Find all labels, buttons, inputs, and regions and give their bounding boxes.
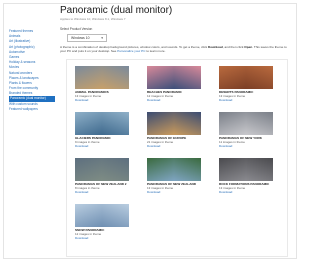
theme-thumbnail[interactable] <box>75 112 129 135</box>
theme-thumbnail[interactable] <box>75 204 129 227</box>
page: Panoramic (dual monitor) Applies to Wind… <box>0 0 300 262</box>
thumbnail-left-panel <box>147 66 174 89</box>
thumbnail-right-panel <box>246 158 273 181</box>
theme-thumbnail[interactable] <box>219 66 273 89</box>
theme-grid: ANIMAL PANORAMICS 13 images in theme Downl… <box>66 59 288 257</box>
download-link[interactable]: Download <box>219 98 232 102</box>
chevron-down-icon: ▾ <box>101 36 103 40</box>
thumbnail-right-panel <box>174 112 201 135</box>
theme-card[interactable]: SNOW PANORAMIC 12 images in theme Download <box>71 201 143 251</box>
theme-card[interactable]: ANIMAL PANORAMICS 13 images in theme Downl… <box>71 63 143 113</box>
thumbnail-left-panel <box>219 66 246 89</box>
thumbnail-right-panel <box>174 66 201 89</box>
version-select-value: Windows 10 <box>71 36 90 40</box>
download-link[interactable]: Download <box>147 144 160 148</box>
thumbnail-left-panel <box>75 66 102 89</box>
theme-card[interactable]: PANORAMAS OF NEW ZEALAND 28 images in th… <box>71 155 143 205</box>
theme-thumbnail[interactable] <box>147 66 201 89</box>
thumbnail-right-panel <box>246 112 273 135</box>
download-link[interactable]: Download <box>75 144 88 148</box>
page-title: Panoramic (dual monitor) <box>60 5 173 16</box>
description-part: , and then click <box>222 45 245 49</box>
download-link[interactable]: Download <box>75 98 88 102</box>
version-select[interactable]: Windows 10 ▾ <box>67 34 107 42</box>
theme-card[interactable]: ROCK FORMATIONS PANORAMIC 13 images in th… <box>215 155 287 205</box>
download-link[interactable]: Download <box>219 190 232 194</box>
sidebar-nav: Featured themes Animals Art (illustrative)… <box>9 29 55 112</box>
description-text: A theme is a combination of desktop back… <box>60 45 290 54</box>
description-part: A theme is a combination of desktop back… <box>60 45 209 49</box>
theme-thumbnail[interactable] <box>75 66 129 89</box>
theme-card[interactable]: PANORAMAS OF NEW YORK 11 images in theme D… <box>215 109 287 159</box>
thumbnail-left-panel <box>219 112 246 135</box>
sidebar-item[interactable]: Featured wallpapers <box>9 107 55 112</box>
thumbnail-left-panel <box>219 158 246 181</box>
theme-card[interactable]: BEACHES PANORAMIC 12 images in theme Downl… <box>143 63 215 113</box>
thumbnail-right-panel <box>102 66 129 89</box>
download-link[interactable]: Download <box>75 236 88 240</box>
theme-thumbnail[interactable] <box>147 112 201 135</box>
theme-card[interactable]: PANORAMAS OF NEW ZEALAND 13 images in the… <box>143 155 215 205</box>
thumbnail-right-panel <box>102 158 129 181</box>
personalize-link[interactable]: Personalize your PC <box>117 49 145 53</box>
theme-thumbnail[interactable] <box>219 158 273 181</box>
description-part: to learn more. <box>145 49 166 54</box>
download-link[interactable]: Download <box>219 144 232 148</box>
thumbnail-right-panel <box>246 66 273 89</box>
theme-card[interactable]: GLACIERS PANORAMIC 9 images in theme Downl… <box>71 109 143 159</box>
thumbnail-left-panel <box>75 112 102 135</box>
select-version-label: Select Product Version <box>60 27 93 31</box>
thumbnail-left-panel <box>75 204 102 227</box>
download-link[interactable]: Download <box>147 190 160 194</box>
description-download-word: Download <box>208 45 223 49</box>
thumbnail-left-panel <box>147 158 174 181</box>
thumbnail-left-panel <box>75 158 102 181</box>
theme-card[interactable]: DESERTS PANORAMIC 13 images in theme Downl… <box>215 63 287 113</box>
theme-card[interactable]: PANORAMAS OF EUROPE 21 images in theme Dow… <box>143 109 215 159</box>
thumbnail-right-panel <box>174 158 201 181</box>
thumbnail-right-panel <box>102 204 129 227</box>
thumbnail-right-panel <box>102 112 129 135</box>
download-link[interactable]: Download <box>147 98 160 102</box>
theme-thumbnail[interactable] <box>147 158 201 181</box>
theme-thumbnail[interactable] <box>219 112 273 135</box>
thumbnail-left-panel <box>147 112 174 135</box>
theme-thumbnail[interactable] <box>75 158 129 181</box>
download-link[interactable]: Download <box>75 190 88 194</box>
applies-to-text: Applies to Windows 10, Windows 8.1, Wind… <box>60 17 126 21</box>
